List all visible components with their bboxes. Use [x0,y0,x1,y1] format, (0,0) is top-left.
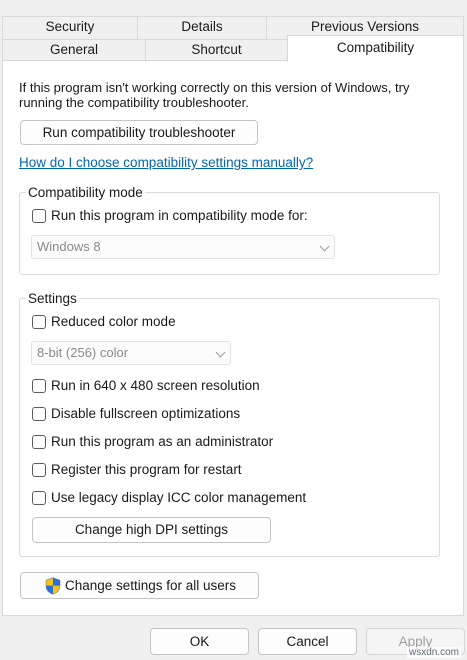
chevron-down-icon [319,241,330,252]
tab-security[interactable]: Security [2,16,138,40]
admin-label: Run this program as an administrator [51,434,274,449]
tab-label: General [49,42,99,57]
run-troubleshooter-button[interactable]: Run compatibility troubleshooter [20,120,258,145]
watermark: wsxdn.com [406,647,461,658]
compatibility-panel: If this program isn't working correctly … [2,60,464,616]
tab-label: Shortcut [191,42,242,57]
tab-label: Details [181,19,223,34]
fullscreen-label: Disable fullscreen optimizations [51,406,241,421]
tab-label: Compatibility [336,40,415,55]
admin-checkbox[interactable] [32,435,46,449]
chevron-down-icon [215,347,226,358]
tab-label: Security [45,19,95,34]
tab-compatibility[interactable]: Compatibility [287,35,464,62]
uac-shield-icon [45,577,61,595]
icc-checkbox[interactable] [32,491,46,505]
restart-checkbox[interactable] [32,463,46,477]
os-version-select[interactable]: Windows 8 [31,235,335,259]
restart-label: Register this program for restart [51,462,242,477]
compat-mode-checkbox[interactable] [32,209,46,223]
tab-shortcut[interactable]: Shortcut [145,39,288,61]
cancel-button[interactable]: Cancel [258,628,357,655]
color-depth-value: 8-bit (256) color [37,345,129,360]
reduced-color-checkbox[interactable] [32,315,46,329]
settings-legend: Settings [26,291,79,307]
compat-mode-label: Run this program in compatibility mode f… [51,208,308,223]
tab-general[interactable]: General [2,39,146,61]
tab-label: Previous Versions [310,19,420,34]
change-all-users-label: Change settings for all users [64,578,237,593]
compatibility-mode-group [19,192,440,275]
reduced-color-label: Reduced color mode [51,314,176,329]
change-dpi-button[interactable]: Change high DPI settings [32,517,271,543]
compatibility-mode-legend: Compatibility mode [26,185,145,201]
intro-text-line2: running the compatibility troubleshooter… [19,95,249,110]
intro-text-line1: If this program isn't working correctly … [19,80,410,95]
help-link[interactable]: How do I choose compatibility settings m… [19,155,313,171]
icc-label: Use legacy display ICC color management [51,490,307,505]
fullscreen-checkbox[interactable] [32,407,46,421]
color-depth-select[interactable]: 8-bit (256) color [31,341,231,365]
tab-details[interactable]: Details [137,16,267,40]
change-all-users-button[interactable]: Change settings for all users [20,572,259,599]
ok-button[interactable]: OK [150,628,249,655]
resolution-checkbox[interactable] [32,379,46,393]
os-version-value: Windows 8 [37,239,101,254]
resolution-label: Run in 640 x 480 screen resolution [51,378,260,393]
